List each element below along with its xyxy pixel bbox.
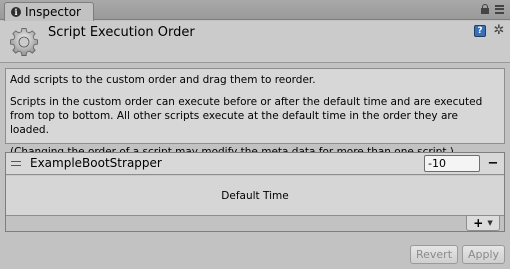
lock-icon[interactable]	[481, 4, 489, 14]
description-line: Scripts in the custom order can execute …	[10, 96, 483, 136]
remove-button[interactable]: −	[486, 155, 500, 172]
default-time-label: Default Time	[221, 189, 289, 202]
settings-gear-icon[interactable]: ✲	[492, 24, 506, 38]
info-icon: i	[11, 7, 21, 17]
execution-order-list: ExampleBootStrapper − Default Time + ▼	[5, 152, 505, 232]
menu-icon[interactable]	[495, 4, 504, 14]
script-name: ExampleBootStrapper	[30, 156, 162, 170]
list-footer: + ▼	[6, 216, 504, 231]
tab-bar: i Inspector	[0, 0, 510, 21]
tab-label: Inspector	[25, 5, 81, 19]
inspector-header: Script Execution Order ? ✲	[0, 21, 510, 63]
chevron-down-icon: ▼	[487, 219, 493, 227]
tab-inspector[interactable]: i Inspector	[4, 2, 94, 21]
add-button[interactable]: + ▼	[466, 216, 500, 231]
tab-controls	[481, 4, 504, 14]
default-time-row: Default Time	[6, 176, 504, 216]
plus-icon: +	[473, 216, 484, 230]
revert-button[interactable]: Revert	[410, 245, 458, 264]
help-book-icon[interactable]: ?	[474, 25, 486, 37]
description-line: Add scripts to the custom order and drag…	[10, 74, 316, 86]
script-gear-icon	[10, 28, 38, 56]
drag-handle-icon[interactable]	[11, 161, 21, 166]
order-field[interactable]	[424, 155, 480, 172]
page-title: Script Execution Order	[48, 25, 195, 40]
description-box: Add scripts to the custom order and drag…	[5, 68, 505, 158]
list-item[interactable]: ExampleBootStrapper −	[6, 153, 504, 175]
apply-button[interactable]: Apply	[462, 245, 505, 264]
